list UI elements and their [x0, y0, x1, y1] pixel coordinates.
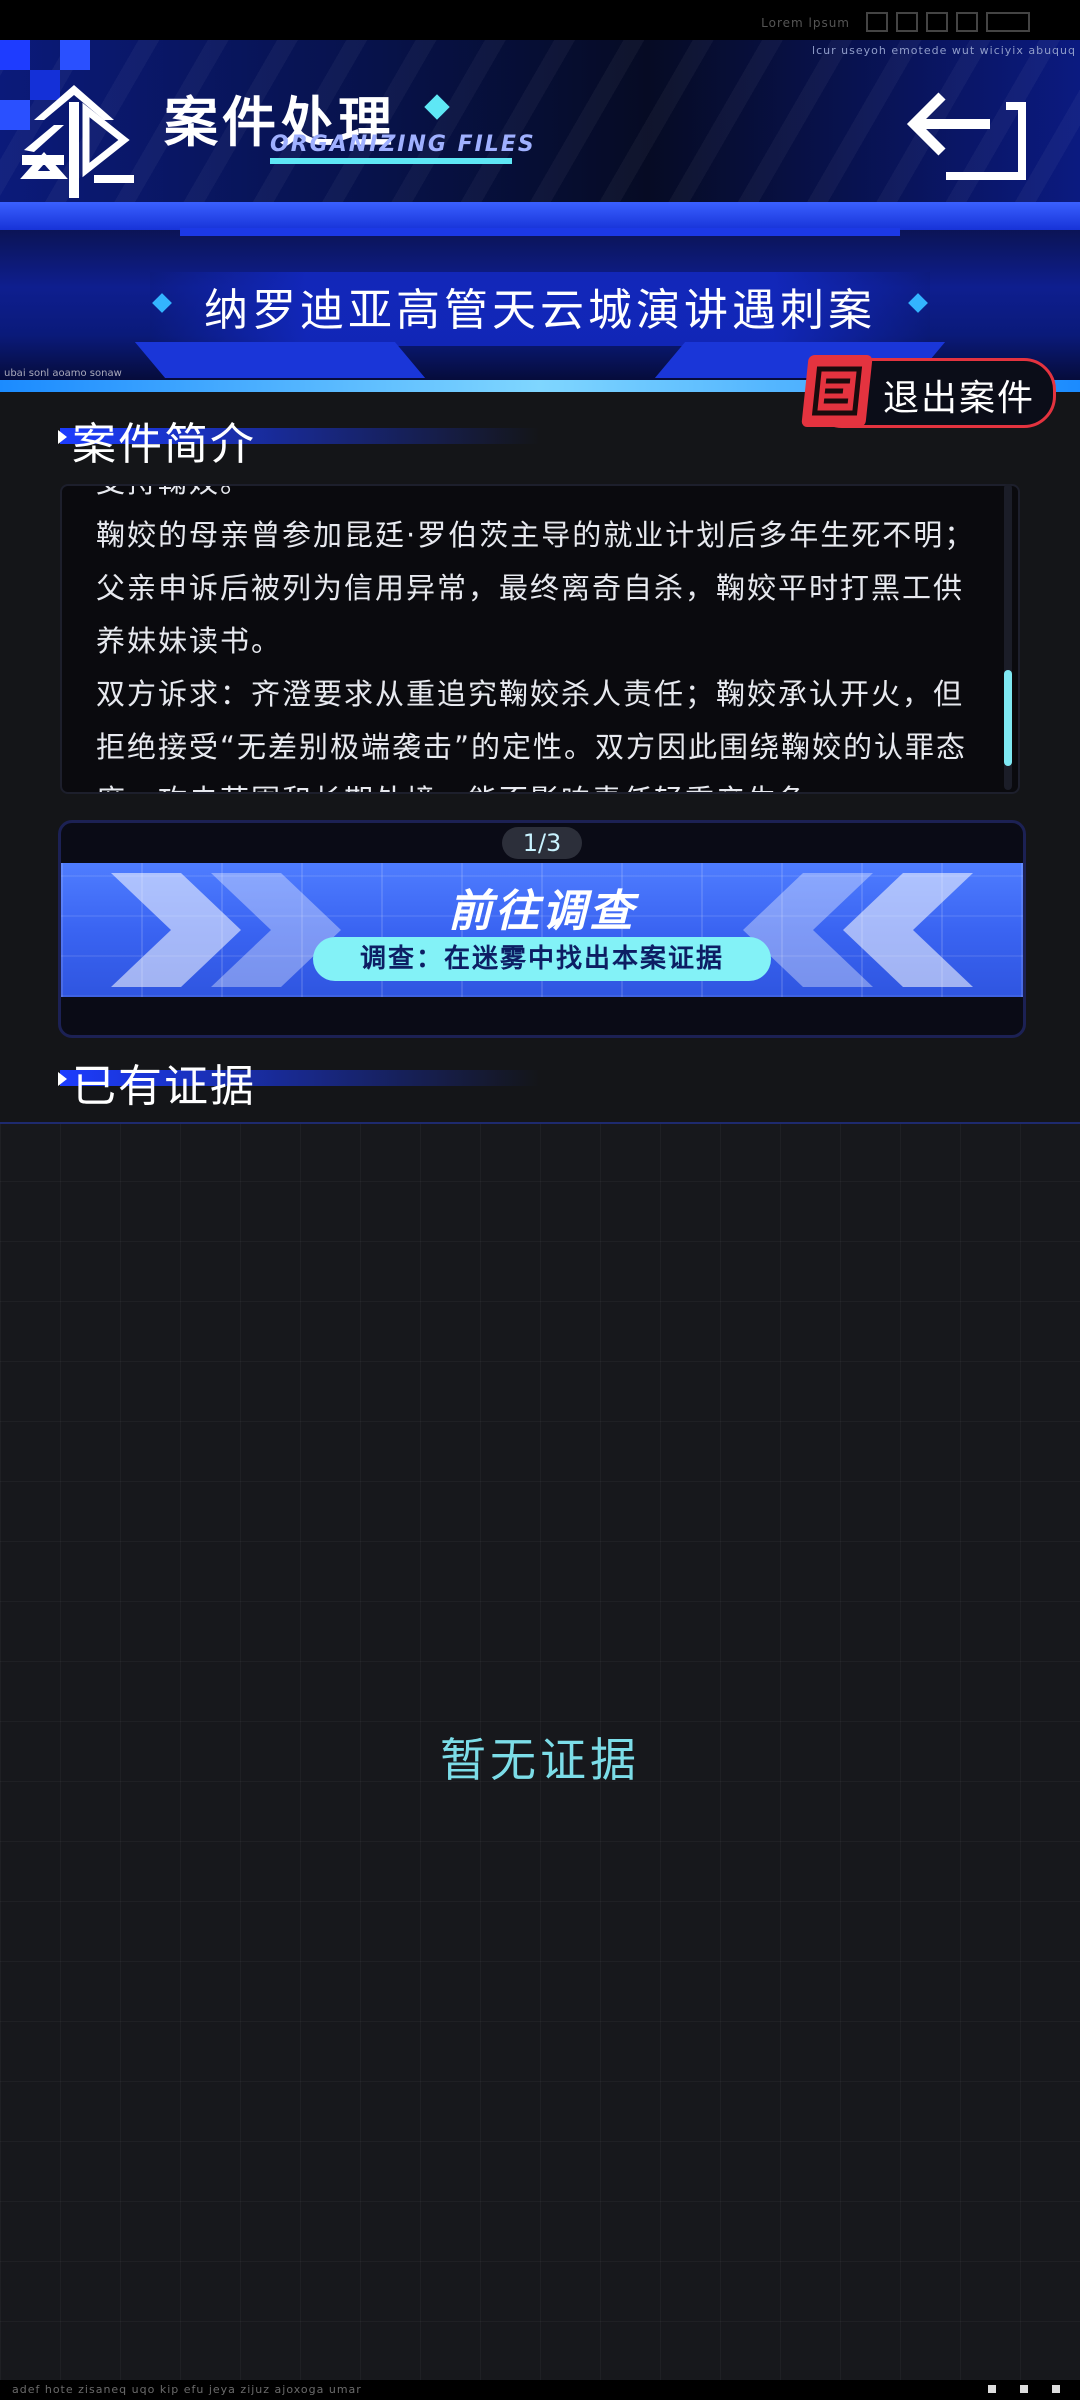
banner-micro-text: ubai sonl aoamo sonaw: [4, 368, 122, 379]
title-diamond-icon: [424, 94, 450, 120]
status-bar: Lorem lpsum: [0, 0, 1080, 40]
evidence-empty-text: 暂无证据: [440, 1733, 640, 1787]
footer-bar: adef hote zisaneq uqo kip efu jeya zijuz…: [0, 2380, 1080, 2400]
banner-wing-left: [134, 342, 426, 378]
case-brief-scroll-panel[interactable]: 支持鞠姣。 鞠姣的母亲曾参加昆廷·罗伯茨主导的就业计划后多年生死不明；父亲申诉后…: [60, 484, 1020, 794]
app-logo-icon: [20, 85, 134, 198]
back-button[interactable]: [906, 84, 1036, 184]
status-box-icon: [986, 12, 1030, 32]
evidence-heading: 已有证据: [72, 1061, 256, 1112]
section-arrow-icon: [58, 430, 67, 444]
dot-icon: [988, 2385, 996, 2393]
page-indicator: 1/3: [502, 827, 582, 859]
title-underline: [270, 158, 512, 164]
footer-dots: [988, 2385, 1060, 2393]
dot-icon: [1052, 2385, 1060, 2393]
banner-top-bar: [0, 202, 1080, 236]
go-investigate-label: 前往调查: [448, 886, 636, 937]
brief-paragraph: 鞠姣的母亲曾参加昆廷·罗伯茨主导的就业计划后多年生死不明；父亲申诉后被列为信用异…: [96, 518, 976, 658]
footer-micro-text: adef hote zisaneq uqo kip efu jeya zijuz…: [12, 2383, 362, 2396]
brief-section-header: 案件简介: [0, 408, 1080, 470]
investigation-card: 1/3 前往调查 调查：在迷雾中找出本案证据: [58, 820, 1026, 1038]
brief-paragraph: 双方诉求：齐澄要求从重追究鞠姣杀人责任；鞠姣承认开火，但拒绝接受“无差别极端袭击…: [96, 677, 968, 792]
investigate-subtitle: 调查：在迷雾中找出本案证据: [359, 944, 724, 974]
status-box-icon: [926, 12, 948, 32]
status-box-icon: [896, 12, 918, 32]
case-brief-text: 支持鞠姣。 鞠姣的母亲曾参加昆廷·罗伯茨主导的就业计划后多年生死不明；父亲申诉后…: [96, 486, 976, 792]
case-title: 纳罗迪亚高管天云城演讲遇刺案: [204, 285, 876, 336]
dot-icon: [1020, 2385, 1028, 2393]
go-investigate-button[interactable]: 前往调查 调查：在迷雾中找出本案证据: [61, 863, 1023, 997]
brief-heading: 案件简介: [72, 419, 256, 470]
status-micro-text: Lorem lpsum: [761, 16, 850, 30]
evidence-section-header: 已有证据: [0, 1050, 1080, 1112]
header: 案件处理 ORGANIZING FILES lcur useyoh emoted…: [0, 40, 1080, 202]
header-micro-text: lcur useyoh emotede wut wiciyix abuquq: [812, 44, 1076, 57]
scrollbar-thumb[interactable]: [1004, 670, 1012, 766]
page-subtitle: ORGANIZING FILES: [270, 132, 536, 157]
status-box-icon: [866, 12, 888, 32]
section-arrow-icon: [58, 1072, 67, 1086]
brief-paragraph: 支持鞠姣。: [96, 486, 976, 509]
status-icons: [866, 12, 1030, 32]
status-box-icon: [956, 12, 978, 32]
